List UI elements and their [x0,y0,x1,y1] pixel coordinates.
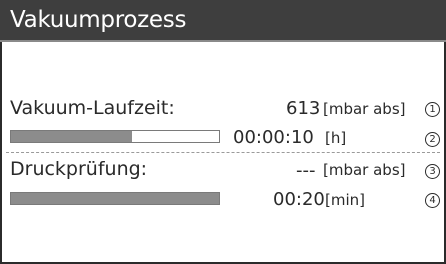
title-bar: Vakuumprozess [0,0,446,42]
page-title: Vakuumprozess [10,7,187,33]
vacuum-process-panel: Vakuumprozess Vakuum-Laufzeit: 613 [mbar… [0,0,446,264]
screen-frame [0,42,446,264]
